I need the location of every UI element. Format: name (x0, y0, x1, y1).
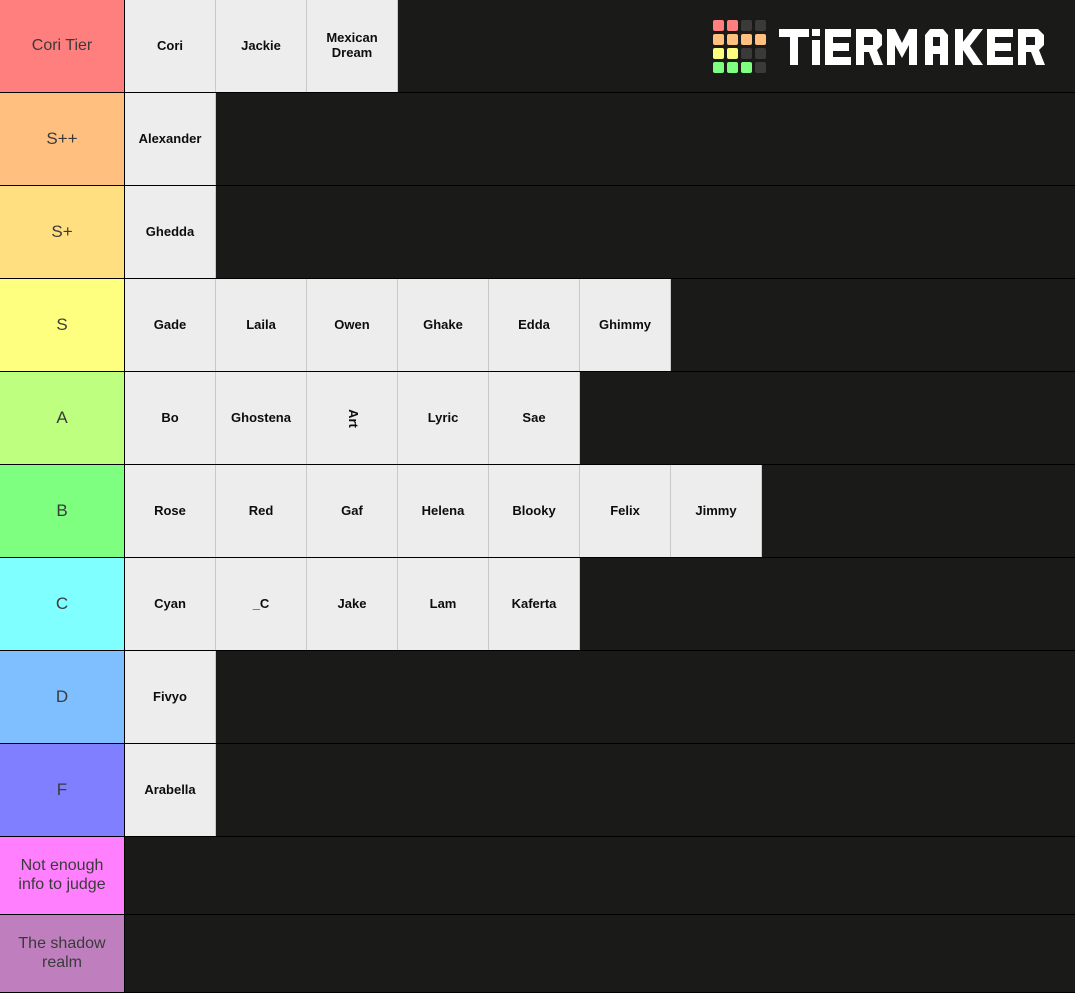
tier-label[interactable]: Not enough info to judge (0, 837, 125, 914)
tier-item-tile[interactable]: Lyric (398, 372, 489, 464)
tier-item-label: Jackie (241, 37, 281, 53)
tier-row: S Gade Laila Owen Ghake Edda Ghimmy (0, 279, 1075, 372)
tier-item-label: Gaf (341, 502, 363, 518)
tier-item-label: Sae (522, 409, 546, 425)
tier-item-label: Jimmy (695, 502, 737, 518)
tier-item-tile[interactable]: Gaf (307, 465, 398, 557)
tier-items-dropzone[interactable]: Arabella (125, 744, 1075, 836)
tier-item-tile[interactable]: Sae (489, 372, 580, 464)
tier-item-tile[interactable]: Blooky (489, 465, 580, 557)
tier-items-dropzone[interactable] (125, 915, 1075, 992)
tier-item-tile[interactable]: Jake (307, 558, 398, 650)
tier-item-label: Art (345, 408, 361, 428)
tier-item-label: Gade (153, 316, 187, 332)
tier-item-tile[interactable]: Cyan (125, 558, 216, 650)
tier-item-label: Mexican Dream (326, 30, 378, 60)
tier-item-tile[interactable]: Owen (307, 279, 398, 371)
tier-label[interactable]: S++ (0, 93, 125, 185)
tier-item-tile[interactable]: Lam (398, 558, 489, 650)
tier-items-dropzone[interactable] (125, 837, 1075, 914)
tier-label[interactable]: S+ (0, 186, 125, 278)
tier-item-label: Rose (154, 502, 186, 518)
tier-item-label: Jake (337, 595, 367, 611)
tier-items-dropzone[interactable]: Bo Ghostena Art Lyric Sae (125, 372, 1075, 464)
tier-label[interactable]: Cori Tier (0, 0, 125, 92)
tier-item-tile[interactable]: Ghimmy (580, 279, 671, 371)
tier-list-board: Cori Tier Cori Jackie Mexican Dream S++ Alexa… (0, 0, 1075, 993)
tier-items-dropzone[interactable]: Alexander (125, 93, 1075, 185)
tier-item-label: Blooky (512, 502, 556, 518)
tier-rows-container: Cori Tier Cori Jackie Mexican Dream S++ Alexa… (0, 0, 1075, 993)
tier-item-tile[interactable]: Jackie (216, 0, 307, 92)
tier-item-label: Kaferta (511, 595, 557, 611)
tier-items-dropzone[interactable]: Gade Laila Owen Ghake Edda Ghimmy (125, 279, 1075, 371)
tier-item-label: Lyric (427, 409, 459, 425)
tier-item-label: Ghostena (231, 409, 291, 425)
tier-item-label: Helena (421, 502, 465, 518)
tier-row: A Bo Ghostena Art Lyric Sae (0, 372, 1075, 465)
tier-item-tile[interactable]: Jimmy (671, 465, 762, 557)
tier-item-tile[interactable]: Bo (125, 372, 216, 464)
tier-item-label: Ghedda (145, 223, 195, 239)
tier-row: Not enough info to judge (0, 837, 1075, 915)
tier-row: S+ Ghedda (0, 186, 1075, 279)
tier-item-tile[interactable]: Arabella (125, 744, 216, 836)
tier-items-dropzone[interactable]: Fivyo (125, 651, 1075, 743)
tier-item-label: Fivyo (153, 688, 187, 704)
tier-label[interactable]: A (0, 372, 125, 464)
tier-row: B Rose Red Gaf Helena Blooky Felix Jimmy (0, 465, 1075, 558)
tier-item-tile[interactable]: Cori (125, 0, 216, 92)
tier-item-label: Cyan (154, 595, 186, 611)
tier-label[interactable]: B (0, 465, 125, 557)
tier-item-tile[interactable]: Fivyo (125, 651, 216, 743)
tier-item-tile[interactable]: Rose (125, 465, 216, 557)
tier-item-tile[interactable]: Red (216, 465, 307, 557)
tier-item-tile[interactable]: Gade (125, 279, 216, 371)
tier-item-tile[interactable]: Ghostena (216, 372, 307, 464)
tier-item-label: Felix (610, 502, 640, 518)
tier-item-tile[interactable]: Alexander (125, 93, 216, 185)
tier-item-tile[interactable]: Mexican Dream (307, 0, 398, 92)
tier-items-dropzone[interactable]: Rose Red Gaf Helena Blooky Felix Jimmy (125, 465, 1075, 557)
tier-row: C Cyan _C Jake Lam Kaferta (0, 558, 1075, 651)
tier-item-tile[interactable]: Helena (398, 465, 489, 557)
tier-item-label: Ghimmy (598, 316, 651, 332)
tier-item-tile[interactable]: _C (216, 558, 307, 650)
tier-label[interactable]: C (0, 558, 125, 650)
tier-item-label: Alexander (138, 130, 202, 146)
tier-item-tile[interactable]: Ghedda (125, 186, 216, 278)
tier-item-tile[interactable]: Edda (489, 279, 580, 371)
tier-item-label: Edda (518, 316, 550, 332)
tier-item-tile[interactable]: Art (307, 372, 398, 464)
tier-item-label: Cori (157, 37, 183, 53)
tier-label[interactable]: The shadow realm (0, 915, 125, 992)
tier-item-label: Ghake (423, 316, 463, 332)
tier-row: S++ Alexander (0, 93, 1075, 186)
tier-item-label: Red (248, 502, 274, 518)
tier-items-dropzone[interactable]: Cori Jackie Mexican Dream (125, 0, 1075, 92)
tier-items-dropzone[interactable]: Ghedda (125, 186, 1075, 278)
tier-row: The shadow realm (0, 915, 1075, 993)
tier-item-label: Bo (161, 409, 179, 425)
tier-item-tile[interactable]: Kaferta (489, 558, 580, 650)
tier-row: D Fivyo (0, 651, 1075, 744)
tier-item-label: Owen (334, 316, 370, 332)
tier-label[interactable]: S (0, 279, 125, 371)
tier-items-dropzone[interactable]: Cyan _C Jake Lam Kaferta (125, 558, 1075, 650)
tier-label[interactable]: F (0, 744, 125, 836)
tier-row: Cori Tier Cori Jackie Mexican Dream (0, 0, 1075, 93)
tier-item-tile[interactable]: Laila (216, 279, 307, 371)
tier-label[interactable]: D (0, 651, 125, 743)
tier-item-tile[interactable]: Ghake (398, 279, 489, 371)
tier-item-label: _C (252, 595, 270, 611)
tier-row: F Arabella (0, 744, 1075, 837)
tier-item-label: Laila (246, 316, 276, 332)
tier-item-tile[interactable]: Felix (580, 465, 671, 557)
tier-item-label: Arabella (144, 781, 196, 797)
tier-item-label: Lam (429, 595, 457, 611)
